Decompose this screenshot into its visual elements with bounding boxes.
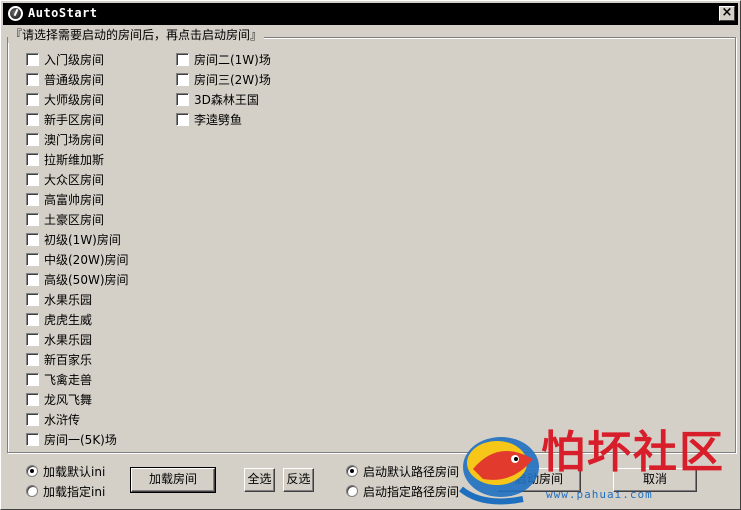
room-label: 虎虎生威 bbox=[44, 312, 93, 327]
room-checkbox[interactable] bbox=[26, 92, 39, 106]
room-label: 入门级房间 bbox=[44, 52, 105, 67]
room-checkbox-item[interactable]: 水果乐园 bbox=[26, 290, 92, 308]
room-checkbox[interactable] bbox=[26, 192, 39, 206]
room-checkbox-item[interactable]: 大师级房间 bbox=[26, 90, 104, 108]
room-label: 中级(20W)房间 bbox=[44, 252, 129, 267]
load-default-ini-radio[interactable] bbox=[26, 465, 38, 477]
room-checkbox[interactable] bbox=[26, 432, 39, 446]
room-label: 3D森林王国 bbox=[194, 92, 259, 107]
load-custom-ini-option[interactable]: 加载指定ini bbox=[26, 483, 105, 499]
start-default-path-label: 启动默认路径房间 bbox=[363, 464, 460, 479]
room-checkbox[interactable] bbox=[26, 252, 39, 266]
room-checkbox-item[interactable]: 新百家乐 bbox=[26, 350, 92, 368]
invert-selection-button[interactable]: 反选 bbox=[283, 468, 314, 492]
room-label: 房间二(1W)场 bbox=[194, 52, 271, 67]
room-checkbox-item[interactable]: 龙风飞舞 bbox=[26, 390, 92, 408]
room-label: 普通级房间 bbox=[44, 72, 105, 87]
autostart-window: AutoStart × 『请选择需要启动的房间后，再点击启动房间』 入门级房间普… bbox=[0, 0, 741, 510]
room-checkbox[interactable] bbox=[26, 272, 39, 286]
close-button[interactable]: × bbox=[719, 6, 735, 21]
room-checkbox[interactable] bbox=[26, 132, 39, 146]
room-checkbox[interactable] bbox=[26, 52, 39, 66]
room-checkbox[interactable] bbox=[26, 372, 39, 386]
room-checkbox[interactable] bbox=[26, 392, 39, 406]
start-custom-path-radio[interactable] bbox=[346, 485, 358, 497]
select-all-button[interactable]: 全选 bbox=[244, 468, 275, 492]
room-label: 飞禽走兽 bbox=[44, 372, 93, 387]
load-custom-ini-radio[interactable] bbox=[26, 485, 38, 497]
room-label: 土豪区房间 bbox=[44, 212, 105, 227]
load-default-ini-label: 加载默认ini bbox=[43, 464, 106, 479]
room-checkbox-item[interactable]: 土豪区房间 bbox=[26, 210, 104, 228]
room-label: 高富帅房间 bbox=[44, 192, 105, 207]
room-checkbox-item[interactable]: 李逵劈鱼 bbox=[176, 110, 242, 128]
room-checkbox-item[interactable]: 房间二(1W)场 bbox=[176, 50, 271, 68]
room-label: 拉斯维加斯 bbox=[44, 152, 105, 167]
watermark-url: www.pahuai.com bbox=[546, 488, 653, 501]
room-checkbox-item[interactable]: 水果乐园 bbox=[26, 330, 92, 348]
room-checkbox[interactable] bbox=[176, 72, 189, 86]
room-checkbox[interactable] bbox=[176, 52, 189, 66]
room-checkbox-item[interactable]: 虎虎生威 bbox=[26, 310, 92, 328]
room-checkbox[interactable] bbox=[26, 212, 39, 226]
room-checkbox-item[interactable]: 高富帅房间 bbox=[26, 190, 104, 208]
window-title: AutoStart bbox=[28, 6, 98, 20]
room-checkbox-item[interactable]: 水浒传 bbox=[26, 410, 80, 428]
room-checkbox-item[interactable]: 大众区房间 bbox=[26, 170, 104, 188]
room-label: 澳门场房间 bbox=[44, 132, 105, 147]
start-custom-path-option[interactable]: 启动指定路径房间 bbox=[346, 483, 459, 499]
room-checkbox[interactable] bbox=[26, 292, 39, 306]
room-label: 李逵劈鱼 bbox=[194, 112, 243, 127]
room-label: 水果乐园 bbox=[44, 332, 93, 347]
room-checkbox-item[interactable]: 拉斯维加斯 bbox=[26, 150, 104, 168]
room-checkbox[interactable] bbox=[26, 352, 39, 366]
load-custom-ini-label: 加载指定ini bbox=[43, 484, 106, 499]
room-checkbox-item[interactable]: 飞禽走兽 bbox=[26, 370, 92, 388]
load-rooms-button[interactable]: 加载房间 bbox=[130, 467, 216, 493]
room-checkbox[interactable] bbox=[176, 112, 189, 126]
title-bar[interactable]: AutoStart × bbox=[3, 3, 738, 25]
room-label: 大师级房间 bbox=[44, 92, 105, 107]
room-checkbox-item[interactable]: 初级(1W)房间 bbox=[26, 230, 121, 248]
room-label: 高级(50W)房间 bbox=[44, 272, 129, 287]
room-checkbox-item[interactable]: 中级(20W)房间 bbox=[26, 250, 129, 268]
start-custom-path-label: 启动指定路径房间 bbox=[363, 484, 460, 499]
room-checkbox[interactable] bbox=[26, 412, 39, 426]
room-label: 龙风飞舞 bbox=[44, 392, 93, 407]
room-label: 新百家乐 bbox=[44, 352, 93, 367]
room-checkbox[interactable] bbox=[26, 152, 39, 166]
room-checkbox-item[interactable]: 房间一(5K)场 bbox=[26, 430, 117, 448]
room-checkbox[interactable] bbox=[26, 172, 39, 186]
room-checkbox-item[interactable]: 澳门场房间 bbox=[26, 130, 104, 148]
room-label: 水果乐园 bbox=[44, 292, 93, 307]
group-title: 『请选择需要启动的房间后，再点击启动房间』 bbox=[8, 26, 265, 43]
app-icon bbox=[8, 6, 23, 21]
room-label: 大众区房间 bbox=[44, 172, 105, 187]
room-label: 新手区房间 bbox=[44, 112, 105, 127]
start-default-path-radio[interactable] bbox=[346, 465, 358, 477]
watermark-text: 怕坏社区 bbox=[541, 427, 725, 478]
start-default-path-option[interactable]: 启动默认路径房间 bbox=[346, 463, 459, 479]
room-label: 房间一(5K)场 bbox=[44, 432, 117, 447]
room-checkbox[interactable] bbox=[26, 312, 39, 326]
room-label: 初级(1W)房间 bbox=[44, 232, 121, 247]
room-checkbox-item[interactable]: 普通级房间 bbox=[26, 70, 104, 88]
room-checkbox-item[interactable]: 高级(50W)房间 bbox=[26, 270, 129, 288]
room-checkbox-item[interactable]: 房间三(2W)场 bbox=[176, 70, 271, 88]
room-label: 水浒传 bbox=[44, 412, 81, 427]
room-checkbox-item[interactable]: 入门级房间 bbox=[26, 50, 104, 68]
room-checkbox-item[interactable]: 3D森林王国 bbox=[176, 90, 259, 108]
room-checkbox[interactable] bbox=[26, 72, 39, 86]
room-checkbox-item[interactable]: 新手区房间 bbox=[26, 110, 104, 128]
room-label: 房间三(2W)场 bbox=[194, 72, 271, 87]
load-default-ini-option[interactable]: 加载默认ini bbox=[26, 463, 105, 479]
room-checkbox[interactable] bbox=[26, 332, 39, 346]
room-checkbox[interactable] bbox=[26, 232, 39, 246]
room-checkbox[interactable] bbox=[26, 112, 39, 126]
room-checkbox[interactable] bbox=[176, 92, 189, 106]
